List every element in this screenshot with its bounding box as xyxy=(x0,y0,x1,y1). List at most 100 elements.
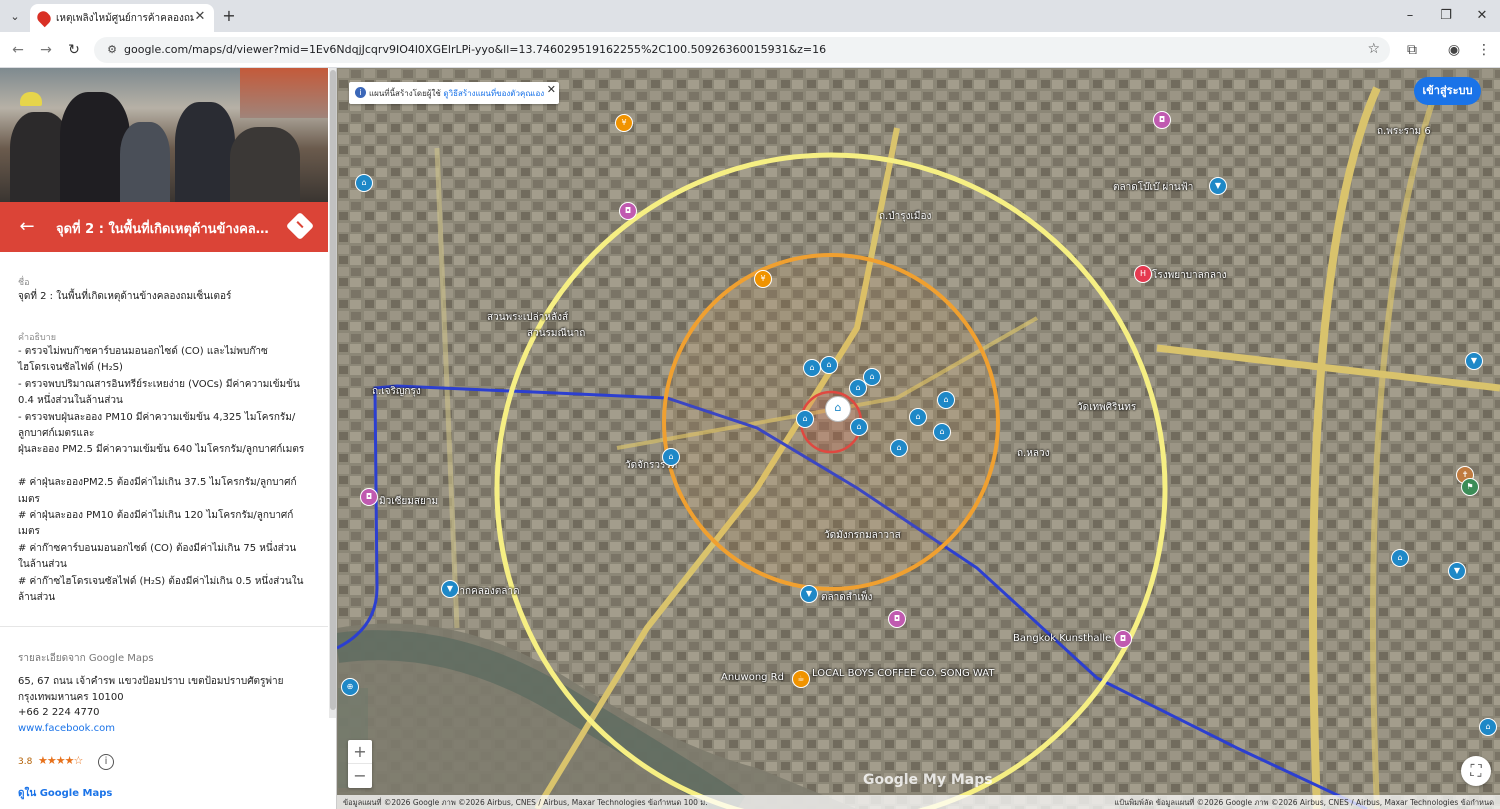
description-line: เมตร xyxy=(18,526,40,538)
map-pin-favicon-icon xyxy=(34,8,54,28)
restaurant-pin-icon[interactable]: ¥ xyxy=(615,114,633,132)
map-label: LOCAL BOYS COFFEE CO. SONG WAT xyxy=(812,668,995,679)
tab-close-icon[interactable]: ✕ xyxy=(192,9,208,25)
museum-pin-icon[interactable]: ⌂ xyxy=(909,408,927,426)
profile-icon[interactable]: ◉ xyxy=(1444,40,1464,60)
shopping-pin-icon[interactable]: ◘ xyxy=(888,610,906,628)
restaurant-pin-icon[interactable]: ¥ xyxy=(754,270,772,288)
forward-arrow-icon[interactable]: → xyxy=(36,40,56,60)
place-title: จุดที่ 2 : ในพื้นที่เกิดเหตุด้านข้างคลอง… xyxy=(56,222,276,237)
user-created-map-notice: i แผนที่นี้สร้างโดยผู้ใช้ ดูวิธีสร้างแผน… xyxy=(349,82,559,104)
map-label: Anuwong Rd xyxy=(721,672,784,683)
back-arrow-icon[interactable]: ← xyxy=(16,216,38,238)
attribution-right[interactable]: แป้นพิมพ์ลัด ข้อมูลแผนที่ ©2026 Google ภ… xyxy=(1114,797,1494,809)
place-rating: 3.8 xyxy=(18,757,33,767)
map-attribution-bar: ข้อมูลแผนที่ ©2026 Google ภาพ ©2026 Airb… xyxy=(337,795,1500,809)
reload-icon[interactable]: ↻ xyxy=(64,40,84,60)
description-line: # ค่าก๊าซคาร์บอนมอนอกไซด์ (CO) ต้องมีค่า… xyxy=(18,542,297,554)
museum-pin-icon[interactable]: ⌂ xyxy=(662,448,680,466)
museum-pink-pin-icon[interactable]: ◘ xyxy=(360,488,378,506)
description-line: เมตร xyxy=(18,493,40,505)
new-tab-icon[interactable]: + xyxy=(220,6,238,26)
notice-text: แผนที่นี้สร้างโดยผู้ใช้ xyxy=(369,89,444,98)
notice-learn-link[interactable]: ดูวิธีสร้างแผนที่ของตัวคุณเอง xyxy=(443,89,544,98)
map-label: วัดมังกรกมลาวาส xyxy=(824,530,901,541)
info-icon[interactable]: i xyxy=(98,754,114,770)
fullscreen-icon[interactable]: ⛶ xyxy=(1461,756,1491,786)
section-divider xyxy=(0,626,328,627)
map-label: ถ.หลวง xyxy=(1017,448,1050,459)
museum-pin-icon[interactable]: ⌂ xyxy=(849,379,867,397)
map-label: ปากคลองตลาด xyxy=(453,586,520,597)
museum-pin-icon[interactable]: ⌂ xyxy=(355,174,373,192)
description-line: ไฮโดรเจนซัลไฟด์ (H₂S) xyxy=(18,362,123,374)
shop-pin-icon[interactable]: ▼ xyxy=(441,580,459,598)
museum-pin-icon[interactable]: ⌂ xyxy=(1479,718,1497,736)
zoom-in-button[interactable]: + xyxy=(348,740,372,764)
museum-pin-icon[interactable]: ⌂ xyxy=(796,410,814,428)
description-line: 0.4 หนึ่งส่วนในล้านส่วน xyxy=(18,395,123,407)
map-canvas[interactable]: ถ.เจริญกรุง ถ.หลวง วัดมังกรกมลาวาส ตลาดส… xyxy=(337,68,1500,809)
active-tab[interactable]: เหตุเพลิงไหม้ศูนย์การค้าคลองถมเซ็นเตอร์ … xyxy=(30,4,214,32)
sign-in-button[interactable]: เข้าสู่ระบบ xyxy=(1414,77,1481,105)
museum-pin-icon[interactable]: ⌂ xyxy=(890,439,908,457)
browser-tab-bar: ⌄ เหตุเพลิงไหม้ศูนย์การค้าคลองถมเซ็นเตอร… xyxy=(0,0,1500,32)
map-label: โรงพยาบาลกลาง xyxy=(1152,270,1227,281)
shop-pin-icon[interactable]: ▼ xyxy=(800,585,818,603)
museum-pin-icon[interactable]: ⌂ xyxy=(820,356,838,374)
place-header: ← จุดที่ 2 : ในพื้นที่เกิดเหตุด้านข้างคล… xyxy=(0,202,328,252)
museum-pin-icon[interactable]: ⌂ xyxy=(850,418,868,436)
map-label: Bangkok Kunsthalle xyxy=(1013,633,1112,644)
tab-title: เหตุเพลิงไหม้ศูนย์การค้าคลองถมเซ็นเตอร์ xyxy=(56,13,194,24)
place-photo[interactable] xyxy=(0,68,328,202)
hospital-pin-icon[interactable]: H xyxy=(1134,265,1152,283)
address-bar[interactable]: ⚙ google.com/maps/d/viewer?mid=1Ev6NdqjJ… xyxy=(94,37,1390,63)
map-label: ถ.บำรุงเมือง xyxy=(879,211,932,222)
map-label: ถ.เจริญกรุง xyxy=(372,386,421,397)
description-line: - ตรวจพบฝุ่นละออง PM10 มีค่าความเข้มข้น … xyxy=(18,411,296,423)
shop-pin-icon[interactable]: ▼ xyxy=(1465,352,1483,370)
url-text[interactable]: google.com/maps/d/viewer?mid=1Ev6NdqjJcq… xyxy=(124,43,826,56)
shop-pin-icon[interactable]: ▼ xyxy=(1448,562,1466,580)
museum-pin-icon[interactable]: ⌂ xyxy=(933,423,951,441)
museum-pin-icon[interactable]: ⌂ xyxy=(1391,549,1409,567)
info-icon: i xyxy=(355,87,366,98)
site-info-icon[interactable]: ⚙ xyxy=(104,42,120,58)
zoom-controls: + − xyxy=(348,740,372,788)
bookmark-star-icon[interactable]: ☆ xyxy=(1367,41,1380,57)
close-window-button[interactable]: ✕ xyxy=(1470,6,1494,26)
google-my-maps-logo: Google My Maps xyxy=(863,772,993,788)
attribution-left[interactable]: ข้อมูลแผนที่ ©2026 Google ภาพ ©2026 Airb… xyxy=(343,797,708,809)
shopping-pin-icon[interactable]: ◘ xyxy=(619,202,637,220)
google-maps-details-label: รายละเอียดจาก Google Maps xyxy=(18,653,154,664)
view-in-google-maps-link[interactable]: ดูใน Google Maps xyxy=(18,786,112,801)
place-address: 65, 67 ถนน เจ้าคำรพ แขวงป้อมปราบ เขตป้อม… xyxy=(18,676,284,704)
selected-museum-pin-icon[interactable]: ⌂ xyxy=(825,396,851,422)
place-phone: +66 2 224 4770 xyxy=(18,707,100,718)
notice-close-icon[interactable]: ✕ xyxy=(547,83,556,96)
minimize-button[interactable]: – xyxy=(1398,6,1422,26)
cafe-pin-icon[interactable]: ☕ xyxy=(792,670,810,688)
back-arrow-icon[interactable]: ← xyxy=(8,40,28,60)
map-label: ถ.พระราม 6 xyxy=(1377,126,1431,137)
shopping-pin-icon[interactable]: ◘ xyxy=(1153,111,1171,129)
extensions-icon[interactable]: ⧉ xyxy=(1402,40,1422,60)
description-line: ลูกบาศก์เมตรและ xyxy=(18,428,95,440)
museum-pin-icon[interactable]: ⌂ xyxy=(803,359,821,377)
directions-icon[interactable] xyxy=(285,211,315,241)
panel-scrollbar[interactable] xyxy=(329,68,336,718)
description-line: # ค่าฝุ่นละออง PM10 ต้องมีค่าไม่เกิน 120… xyxy=(18,510,294,522)
map-label: ตลาดสำเพ็ง xyxy=(821,592,873,603)
shop-pin-icon[interactable]: ▼ xyxy=(1209,177,1227,195)
description-line: ฝุ่นละออง PM2.5 มีค่าความเข้มข้น 640 ไมโ… xyxy=(18,444,305,456)
maximize-button[interactable]: ❐ xyxy=(1434,6,1458,26)
shopping-pin-icon[interactable]: ◘ xyxy=(1114,630,1132,648)
map-label: มิวเซียมสยาม xyxy=(379,496,439,507)
tab-search-icon[interactable]: ⌄ xyxy=(4,6,26,28)
more-menu-icon[interactable]: ⋮ xyxy=(1474,40,1494,60)
place-website-link[interactable]: www.facebook.com xyxy=(18,723,115,734)
zoom-out-button[interactable]: − xyxy=(348,764,372,788)
flag-pin-icon[interactable]: ⚑ xyxy=(1461,478,1479,496)
attraction-pin-icon[interactable]: ⊕ xyxy=(341,678,359,696)
museum-pin-icon[interactable]: ⌂ xyxy=(937,391,955,409)
